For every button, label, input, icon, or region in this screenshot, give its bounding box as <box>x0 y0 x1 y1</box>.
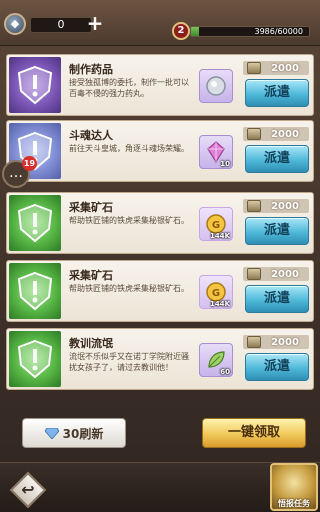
back-button[interactable]: ↩ <box>9 471 47 509</box>
task-card: 教训流氓 流氓不乐似乎又在诺丁学院附近骚扰女孩子了，请过去教训他！ 60 200… <box>6 328 314 390</box>
item-count: 10 <box>220 160 230 168</box>
reward-currency-icon <box>247 62 261 74</box>
reward-amount: 2000 <box>243 335 309 349</box>
reward-amount: 2000 <box>243 127 309 141</box>
reward-value: 2000 <box>271 128 299 140</box>
item-count: 144K <box>209 232 230 240</box>
reward-value: 2000 <box>271 200 299 212</box>
reward-value: 2000 <box>271 268 299 280</box>
reward-item-slot[interactable]: G 144K <box>199 275 233 309</box>
level-badge: 2 <box>172 22 190 40</box>
task-description: 前往天斗皇城，角逐斗魂场荣耀。 <box>69 144 189 153</box>
reward-currency-icon <box>247 128 261 140</box>
reward-value: 2000 <box>271 62 299 74</box>
refresh-label: 30刷新 <box>62 426 104 441</box>
chat-unread-badge: 19 <box>22 156 37 171</box>
reward-item-slot[interactable]: 60 <box>199 343 233 377</box>
dispatch-button[interactable]: 派遣 <box>245 79 309 107</box>
currency-icon: ◆ <box>4 13 26 35</box>
reward-currency-icon <box>247 200 261 212</box>
dispatch-button[interactable]: 派遣 <box>245 217 309 245</box>
exclamation-shield-icon <box>17 271 53 311</box>
dispatch-button[interactable]: 派遣 <box>245 285 309 313</box>
pill-icon <box>206 76 226 96</box>
reward-currency-icon <box>247 268 261 280</box>
task-title: 制作药品 <box>69 63 113 76</box>
task-card: 斗魂达人 前往天斗皇城，角逐斗魂场荣耀。 10 2000 派遣 <box>6 120 314 182</box>
task-emblem <box>9 57 61 113</box>
add-currency-button[interactable]: + <box>86 13 104 33</box>
reward-amount: 2000 <box>243 267 309 281</box>
task-emblem <box>9 263 61 319</box>
reward-currency-icon <box>247 336 261 348</box>
mission-report-label: 悟报任务 <box>278 499 310 508</box>
task-title: 采集矿石 <box>69 201 113 214</box>
top-bar: ◆ 0 + 2 3986/60000 <box>0 0 320 46</box>
task-title: 采集矿石 <box>69 269 113 282</box>
exclamation-shield-icon <box>17 65 53 105</box>
exclamation-shield-icon <box>17 339 53 379</box>
claim-all-button[interactable]: 一键领取 <box>202 418 306 448</box>
task-description: 流氓不乐似乎又在诺丁学院附近骚扰女孩子了，请过去教训他！ <box>69 352 189 372</box>
task-title: 教训流氓 <box>69 337 113 350</box>
task-card: 采集矿石 帮助铁匠铺的铁虎采集秘银矿石。 G 144K 2000 派遣 <box>6 260 314 322</box>
task-card: 采集矿石 帮助铁匠铺的铁虎采集秘银矿石。 G 144K 2000 派遣 <box>6 192 314 254</box>
currency-value: 0 <box>30 17 92 33</box>
refresh-button[interactable]: 30刷新 <box>22 418 126 448</box>
dispatch-button[interactable]: 派遣 <box>245 145 309 173</box>
task-description: 接受独孤博的委托，制作一批可以百毒不侵的强力药丸。 <box>69 78 189 98</box>
reward-item-slot[interactable]: G 144K <box>199 207 233 241</box>
svg-text:G: G <box>212 288 220 299</box>
diamond-icon <box>44 427 59 439</box>
task-description: 帮助铁匠铺的铁虎采集秘银矿石。 <box>69 284 189 293</box>
exp-text: 3986/60000 <box>254 27 303 36</box>
item-count: 144K <box>209 300 230 308</box>
reward-value: 2000 <box>271 336 299 348</box>
task-title: 斗魂达人 <box>69 129 113 142</box>
svg-text:G: G <box>212 220 220 231</box>
back-arrow-icon: ↩ <box>21 480 35 499</box>
task-description: 帮助铁匠铺的铁虎采集秘银矿石。 <box>69 216 189 225</box>
reward-item-slot[interactable]: 10 <box>199 135 233 169</box>
reward-amount: 2000 <box>243 199 309 213</box>
item-count: 60 <box>220 368 230 376</box>
reward-item-slot[interactable] <box>199 69 233 103</box>
exclamation-shield-icon <box>17 203 53 243</box>
task-card: 制作药品 接受独孤博的委托，制作一批可以百毒不侵的强力药丸。 2000 派遣 <box>6 54 314 116</box>
task-emblem <box>9 195 61 251</box>
exp-bar: 3986/60000 <box>190 26 310 37</box>
dispatch-button[interactable]: 派遣 <box>245 353 309 381</box>
task-emblem <box>9 331 61 387</box>
reward-amount: 2000 <box>243 61 309 75</box>
